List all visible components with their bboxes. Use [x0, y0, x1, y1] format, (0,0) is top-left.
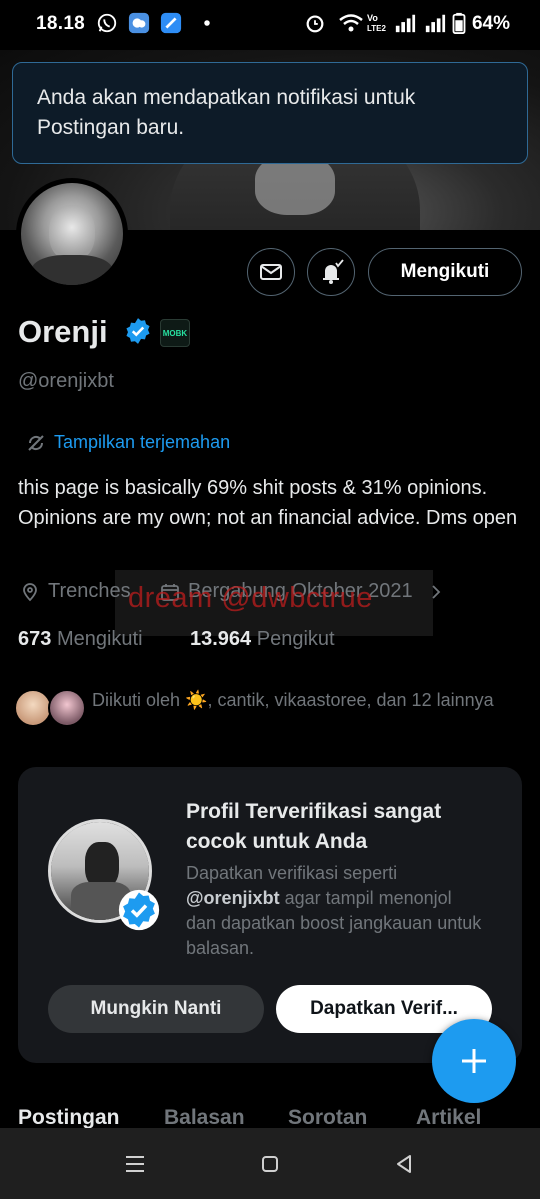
tab-replies[interactable]: Balasan [164, 1106, 245, 1128]
dot-icon [204, 20, 210, 26]
following-label: Mengikuti [56, 628, 143, 650]
recent-apps-button[interactable] [121, 1150, 149, 1178]
card-description: Dapatkan verifikasi seperti @orenjixbt a… [186, 861, 486, 961]
following-count: 673 [18, 628, 52, 650]
volte-icon: Vo LTE2 [367, 13, 387, 33]
mutual-followers-avatars[interactable] [14, 689, 86, 729]
card-desc-prefix: Dapatkan verifikasi seperti [186, 863, 398, 883]
plus-icon [462, 1049, 486, 1073]
followed-by-text[interactable]: Diikuti oleh ☀️, cantik, vikaastoree, da… [92, 687, 512, 713]
avatar [14, 689, 52, 727]
message-button[interactable] [247, 248, 295, 296]
signal-icon [395, 14, 416, 33]
home-button[interactable] [256, 1150, 284, 1178]
tab-posts[interactable]: Postingan [18, 1106, 120, 1128]
followers-label: Pengikut [256, 628, 335, 650]
battery-percent: 64% [471, 13, 510, 34]
verified-badge-icon [118, 889, 160, 931]
tab-articles[interactable]: Artikel [416, 1106, 481, 1128]
whatsapp-icon [97, 13, 117, 33]
back-button[interactable] [390, 1150, 418, 1178]
home-icon [262, 1156, 278, 1172]
profile-bio: this page is basically 69% shit posts & … [18, 477, 518, 529]
app-icon [160, 12, 182, 34]
following-button[interactable]: Mengikuti [368, 248, 522, 296]
svg-text:LTE2: LTE2 [367, 24, 387, 33]
profile-location: Trenches [20, 580, 131, 603]
notification-toast: Anda akan mendapatkan notifikasi untuk P… [12, 62, 528, 164]
verification-card: Profil Terverifikasi sangat cocok untuk … [18, 767, 522, 1063]
watermark-text: dream @dwbctrue [128, 582, 373, 614]
notifications-button[interactable] [307, 248, 355, 296]
alarm-icon [306, 15, 324, 33]
chevron-right-icon[interactable] [427, 583, 445, 601]
card-title: Profil Terverifikasi sangat cocok untuk … [186, 800, 442, 853]
location-pin-icon [23, 582, 37, 601]
battery-icon [452, 12, 466, 34]
wifi-icon [339, 14, 363, 32]
avatar [48, 689, 86, 727]
toast-message: Anda akan mendapatkan notifikasi untuk P… [37, 86, 416, 139]
back-icon [397, 1155, 411, 1173]
mail-icon [260, 264, 282, 280]
profile-tabs: Postingan Balasan Sorotan Artikel [0, 1106, 540, 1128]
svg-text:Vo: Vo [367, 13, 378, 23]
recents-icon [126, 1156, 144, 1172]
status-time: 18.18 [36, 13, 86, 34]
profile-name: Orenji [18, 314, 108, 349]
weather-icon [128, 12, 150, 34]
translate-label[interactable]: Tampilkan terjemahan [54, 432, 230, 453]
followers-count: 13.964 [190, 628, 252, 650]
profile-handle: @orenjixbt [18, 370, 114, 392]
tab-highlights[interactable]: Sorotan [288, 1106, 367, 1128]
followers-stat[interactable]: 13.964 Pengikut [190, 628, 335, 651]
card-desc-handle: @orenjixbt [186, 888, 280, 908]
verified-badge-icon [126, 318, 150, 344]
signal-icon [425, 14, 446, 33]
compose-button[interactable] [432, 1019, 516, 1103]
profile-avatar[interactable] [16, 178, 128, 290]
following-stat[interactable]: 673 Mengikuti [18, 628, 143, 651]
maybe-later-button[interactable]: Mungkin Nanti [48, 985, 264, 1033]
status-bar: 18.18 Vo LTE2 64% [0, 0, 540, 50]
affiliate-badge[interactable]: MOBK [160, 319, 190, 347]
translate-icon [28, 434, 44, 451]
system-nav-bar [0, 1128, 540, 1199]
show-translation-link[interactable]: Tampilkan terjemahan [26, 432, 230, 453]
bell-check-icon [323, 259, 344, 284]
location-text: Trenches [48, 580, 131, 602]
